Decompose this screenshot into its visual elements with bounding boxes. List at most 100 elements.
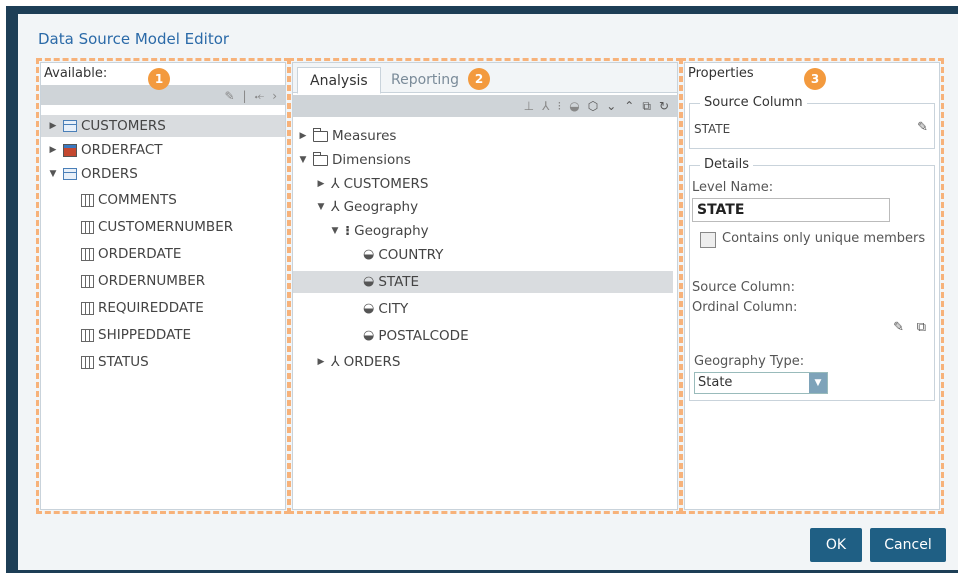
fact-table-icon bbox=[63, 143, 77, 157]
column-icon bbox=[81, 328, 94, 342]
source-column-group: Source Column STATE ✎ bbox=[689, 95, 935, 149]
separator-icon: | bbox=[242, 89, 247, 103]
tree-item[interactable]: CUSTOMERNUMBER bbox=[41, 216, 285, 238]
tree-item[interactable]: ▶ ORDERFACT bbox=[41, 139, 285, 161]
details-legend: Details bbox=[700, 157, 754, 172]
ordinal-column-label: Ordinal Column: bbox=[692, 300, 798, 315]
level-icon: ◒ bbox=[363, 301, 375, 316]
source-column-legend: Source Column bbox=[700, 95, 807, 110]
dialog-title: Data Source Model Editor bbox=[38, 30, 230, 48]
tab-reporting[interactable]: Reporting bbox=[379, 67, 471, 94]
tree-item-label: Measures bbox=[332, 128, 397, 144]
hierarchy-icon[interactable]: ⁝ bbox=[557, 99, 561, 113]
tree-item[interactable]: ◒ STATE bbox=[293, 271, 673, 293]
column-icon bbox=[81, 247, 94, 261]
geography-type-value: State bbox=[698, 375, 733, 390]
tree-item-label: STATE bbox=[378, 274, 420, 290]
tree-item-label: Geography bbox=[343, 199, 419, 215]
available-panel: Available: ✎ | ⤝ › ▶ CUSTOMERS ▶ ORDERFACT ▼… bbox=[40, 62, 286, 510]
dimension-icon[interactable]: ⅄ bbox=[542, 99, 549, 113]
data-source-model-editor-dialog: Data Source Model Editor Available: ✎ | … bbox=[18, 14, 958, 570]
column-icon bbox=[81, 193, 94, 207]
folder-icon bbox=[313, 151, 328, 166]
edit-ordinal-icon[interactable]: ✎ bbox=[893, 320, 904, 335]
tree-item-label: COMMENTS bbox=[98, 192, 177, 208]
measure-icon[interactable]: ⊥ bbox=[524, 99, 534, 113]
tree-item-label: SHIPPEDDATE bbox=[98, 327, 192, 343]
edit-source-column-icon[interactable]: ✎ bbox=[917, 120, 928, 135]
model-toolbar: ⊥ ⅄ ⁝ ◒ ⬡ ⌄ ⌃ ⧉ ↻ bbox=[293, 95, 677, 117]
tree-item-label: CUSTOMERS bbox=[81, 118, 166, 134]
tree-item[interactable]: ▼ ⅄ Geography bbox=[293, 196, 673, 218]
tree-item[interactable]: COMMENTS bbox=[41, 189, 285, 211]
properties-panel: Properties Source Column STATE ✎ Details… bbox=[684, 62, 940, 510]
tree-item-label: ORDERS bbox=[343, 354, 401, 370]
chevron-down-icon[interactable]: ⌄ bbox=[606, 99, 616, 113]
chevron-up-icon[interactable]: ⌃ bbox=[624, 99, 634, 113]
caret-down-icon[interactable]: ▼ bbox=[329, 220, 341, 242]
tree-item[interactable]: ◒ COUNTRY bbox=[293, 244, 673, 266]
tree-item-label: Geography bbox=[354, 223, 429, 239]
tree-item-label: POSTALCODE bbox=[378, 328, 469, 344]
dimension-icon: ⅄ bbox=[331, 199, 340, 215]
tree-item[interactable]: SHIPPEDDATE bbox=[41, 324, 285, 346]
tree-item-label: Dimensions bbox=[332, 152, 411, 168]
column-icon bbox=[81, 301, 94, 315]
tree-item[interactable]: ▶ CUSTOMERS bbox=[41, 115, 285, 137]
tree-item-label: CITY bbox=[378, 301, 409, 317]
level-name-input[interactable] bbox=[692, 198, 890, 222]
tree-item[interactable]: ▶ ⅄ ORDERS bbox=[293, 351, 673, 373]
table-icon bbox=[63, 120, 77, 132]
tree-item-label: ORDERDATE bbox=[98, 246, 182, 262]
caret-right-icon[interactable]: ▶ bbox=[315, 173, 327, 195]
caret-right-icon[interactable]: ▶ bbox=[315, 351, 327, 373]
dimension-icon: ⅄ bbox=[331, 354, 340, 370]
tree-item[interactable]: ORDERNUMBER bbox=[41, 270, 285, 292]
caret-right-icon[interactable]: ▶ bbox=[47, 139, 59, 161]
chevron-down-icon[interactable]: ▼ bbox=[809, 373, 827, 393]
tree-item[interactable]: REQUIREDDATE bbox=[41, 297, 285, 319]
tree-item[interactable]: ◒ POSTALCODE bbox=[293, 325, 673, 347]
unique-members-label: Contains only unique members bbox=[722, 231, 926, 246]
level-name-label: Level Name: bbox=[692, 180, 774, 195]
tree-item[interactable]: ▼ ORDERS bbox=[41, 163, 285, 185]
tag-icon[interactable]: ⬡ bbox=[588, 99, 598, 113]
tree-item[interactable]: ◒ CITY bbox=[293, 298, 673, 320]
column-icon bbox=[81, 274, 94, 288]
tree-item-label: COUNTRY bbox=[378, 247, 444, 263]
tree-item[interactable]: ▼ ⁝ Geography bbox=[293, 220, 673, 242]
caret-down-icon[interactable]: ▼ bbox=[297, 149, 309, 171]
hierarchy-icon: ⁝ bbox=[345, 223, 351, 239]
tree-item[interactable]: ▶ Measures bbox=[293, 125, 673, 147]
edit-icon[interactable]: ⧉ bbox=[642, 99, 651, 114]
caret-down-icon[interactable]: ▼ bbox=[315, 196, 327, 218]
tab-analysis[interactable]: Analysis bbox=[297, 67, 381, 94]
split-icon[interactable]: ⤝ bbox=[255, 89, 265, 104]
source-column-value: STATE bbox=[694, 122, 731, 136]
level-icon[interactable]: ◒ bbox=[569, 99, 579, 113]
level-icon: ◒ bbox=[363, 328, 375, 343]
clear-ordinal-icon[interactable]: ⧉ bbox=[917, 320, 926, 335]
caret-right-icon[interactable]: ▶ bbox=[47, 115, 59, 137]
unique-members-checkbox[interactable] bbox=[700, 232, 716, 248]
chevron-right-icon[interactable]: › bbox=[272, 89, 277, 103]
tree-item[interactable]: ▶ ⅄ CUSTOMERS bbox=[293, 173, 673, 195]
tree-item[interactable]: ORDERDATE bbox=[41, 243, 285, 265]
caret-right-icon[interactable]: ▶ bbox=[297, 125, 309, 147]
ok-button[interactable]: OK bbox=[810, 528, 862, 562]
level-icon: ◒ bbox=[363, 247, 375, 262]
pencil-icon[interactable]: ✎ bbox=[224, 89, 234, 103]
dimension-icon: ⅄ bbox=[331, 176, 340, 192]
tree-item-label: STATUS bbox=[98, 354, 149, 370]
properties-label: Properties bbox=[688, 66, 754, 81]
caret-down-icon[interactable]: ▼ bbox=[47, 163, 59, 185]
table-icon bbox=[63, 168, 77, 180]
source-column-label: Source Column: bbox=[692, 280, 795, 295]
tree-item[interactable]: ▼ Dimensions bbox=[293, 149, 673, 171]
cancel-button[interactable]: Cancel bbox=[870, 528, 946, 562]
tree-item[interactable]: STATUS bbox=[41, 351, 285, 373]
step-badge-2: 2 bbox=[468, 68, 490, 90]
geography-type-select[interactable]: State ▼ bbox=[694, 372, 828, 394]
refresh-icon[interactable]: ↻ bbox=[659, 99, 669, 113]
column-icon bbox=[81, 220, 94, 234]
